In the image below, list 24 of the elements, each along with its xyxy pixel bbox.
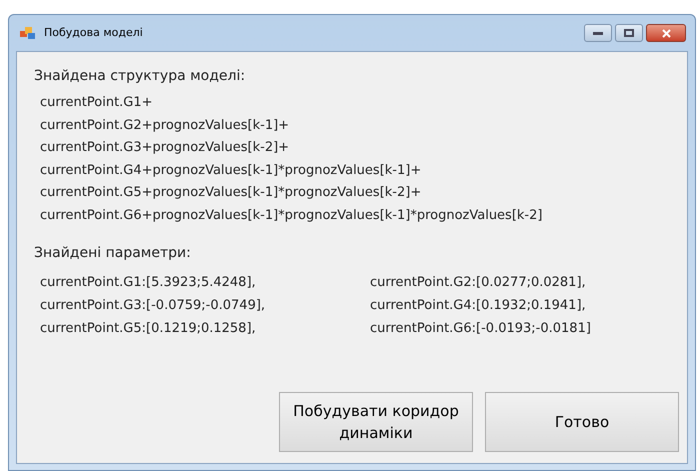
build-corridor-button[interactable]: Побудувати коридор динаміки	[279, 392, 473, 452]
parameter-range: currentPoint.G6:[-0.0193;-0.0181]	[370, 320, 592, 338]
formula-line: currentPoint.G2+prognozValues[k-1]+	[40, 116, 290, 134]
close-button[interactable]	[646, 24, 686, 42]
formula-line: currentPoint.G4+prognozValues[k-1]*prognozValues[k-1]+	[40, 162, 422, 180]
parameter-range: currentPoint.G3:[-0.0759;-0.0749],	[40, 297, 266, 315]
parameter-range: currentPoint.G4:[0.1932;0.1941],	[370, 297, 587, 315]
restore-icon	[624, 29, 634, 37]
minimize-button[interactable]	[584, 24, 612, 42]
close-icon	[662, 28, 670, 38]
minimize-icon	[593, 32, 603, 34]
window-title: Побудова моделі	[44, 24, 143, 41]
section-heading: Знайдена структура моделі:	[34, 67, 246, 86]
parameter-range: currentPoint.G2:[0.0277;0.0281],	[370, 274, 587, 292]
formula-line: currentPoint.G5+prognozValues[k-1]*prognozValues[k-2]+	[40, 184, 422, 202]
formula-line: currentPoint.G1+	[40, 94, 154, 112]
maximize-button[interactable]	[615, 24, 643, 42]
app-icon	[20, 26, 36, 40]
section-heading: Знайдені параметри:	[34, 244, 192, 263]
parameter-range: currentPoint.G5:[0.1219;0.1258],	[40, 320, 257, 338]
formula-line: currentPoint.G3+prognozValues[k-2]+	[40, 139, 290, 157]
parameter-range: currentPoint.G1:[5.3923;5.4248],	[40, 274, 257, 292]
formula-line: currentPoint.G6+prognozValues[k-1]*prognozValues[k-1]*prognozValues[k-2]	[40, 206, 544, 224]
done-button[interactable]: Готово	[485, 392, 679, 452]
